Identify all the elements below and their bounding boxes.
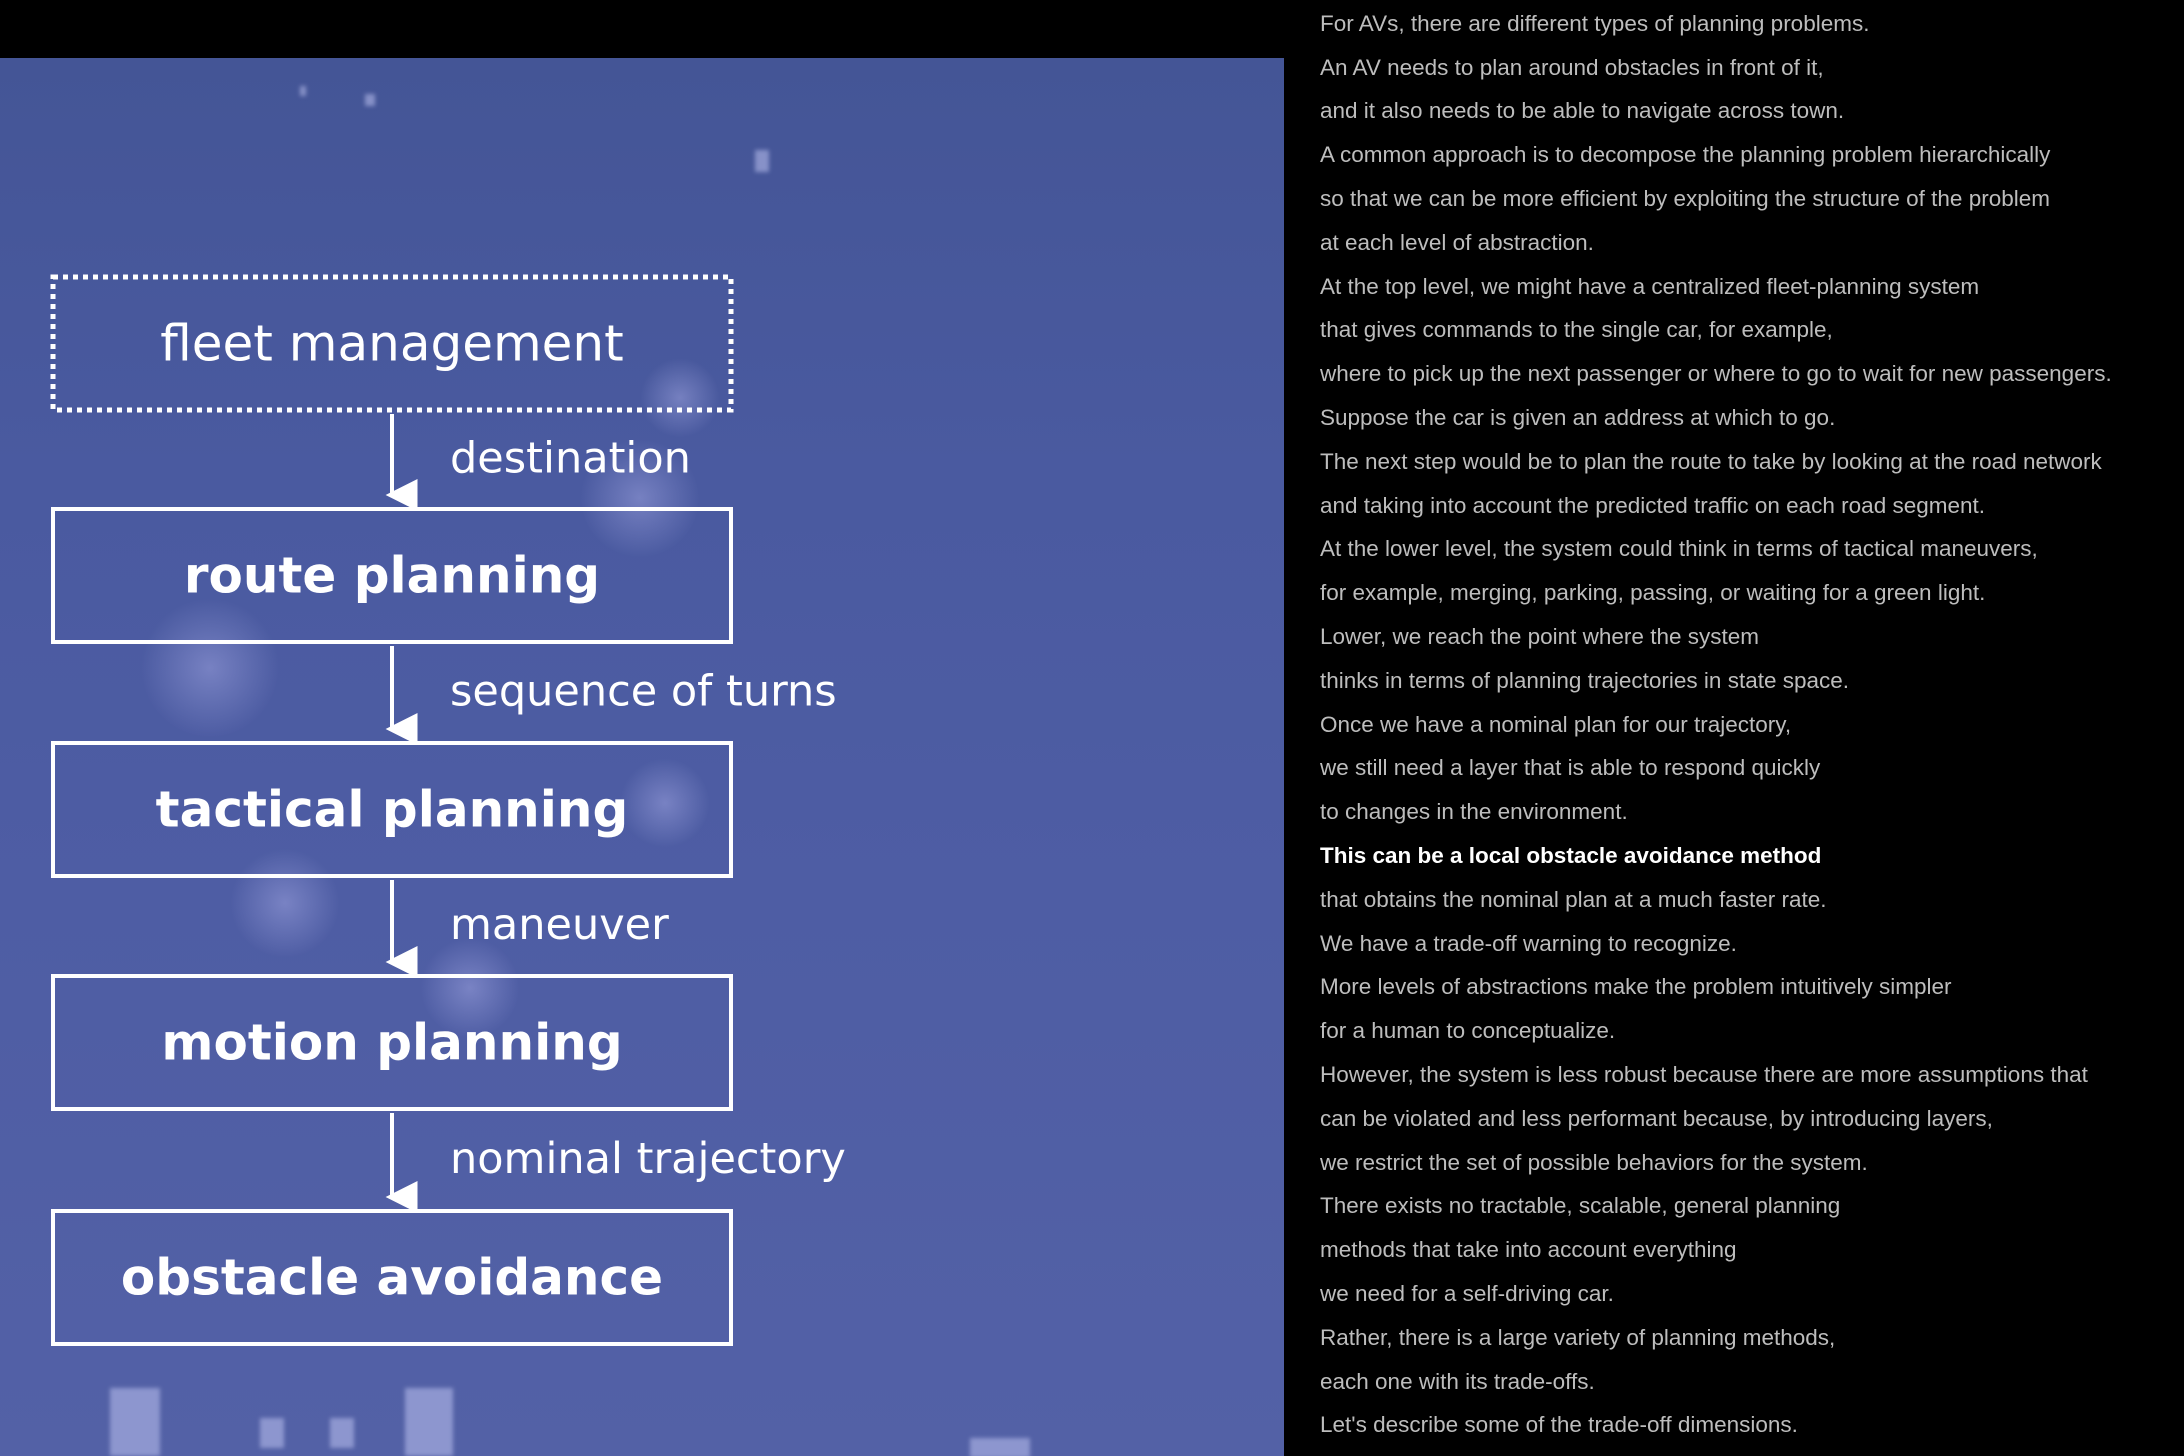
transcript-line[interactable]: so that we can be more efficient by expl… — [1320, 177, 2180, 221]
transcript-line[interactable]: Let's describe some of the trade-off dim… — [1320, 1403, 2180, 1447]
transcript-line[interactable]: More levels of abstractions make the pro… — [1320, 965, 2180, 1009]
diagram-edge-label: destination — [450, 434, 691, 484]
transcript-line[interactable]: A common approach is to decompose the pl… — [1320, 133, 2180, 177]
app-window: fleet management route planning tactical p… — [0, 0, 2184, 1456]
transcript-line[interactable]: and taking into account the predicted tr… — [1320, 484, 2180, 528]
diagram-edge-label: nominal trajectory — [450, 1134, 846, 1184]
diagram-edge-route-tactical: sequence of turns — [385, 646, 837, 745]
transcript-line[interactable]: At the top level, we might have a centra… — [1320, 265, 2180, 309]
video-player[interactable]: fleet management route planning tactical p… — [0, 58, 1284, 1456]
transcript-line[interactable]: Suppose the car is given an address at w… — [1320, 396, 2180, 440]
transcript-line[interactable]: that obtains the nominal plan at a much … — [1320, 878, 2180, 922]
transcript-line[interactable]: methods that take into account everythin… — [1320, 1228, 2180, 1272]
transcript-line[interactable]: An AV needs to plan around obstacles in … — [1320, 46, 2180, 90]
transcript-line[interactable]: We have a trade-off warning to recognize… — [1320, 922, 2180, 966]
transcript-line[interactable]: to changes in the environment. — [1320, 790, 2180, 834]
transcript-line[interactable]: that gives commands to the single car, f… — [1320, 308, 2180, 352]
transcript-line[interactable]: each one with its trade-offs. — [1320, 1360, 2180, 1404]
transcript-line[interactable]: For AVs, there are different types of pl… — [1320, 2, 2180, 46]
transcript-line[interactable]: we restrict the set of possible behavior… — [1320, 1141, 2180, 1185]
diagram-node-label: tactical planning — [156, 781, 629, 839]
transcript-line[interactable]: There exists no tractable, scalable, gen… — [1320, 1184, 2180, 1228]
transcript-line[interactable]: we still need a layer that is able to re… — [1320, 746, 2180, 790]
diagram-node-motion: motion planning — [51, 974, 733, 1111]
diagram-node-obstacle: obstacle avoidance — [51, 1209, 733, 1346]
diagram-node-label: motion planning — [161, 1014, 622, 1072]
transcript-line-active[interactable]: This can be a local obstacle avoidance m… — [1320, 834, 2180, 878]
transcript-line[interactable]: thinks in terms of planning trajectories… — [1320, 659, 2180, 703]
diagram-edge-label: maneuver — [450, 900, 669, 950]
transcript-line[interactable]: and it also needs to be able to navigate… — [1320, 89, 2180, 133]
transcript-line[interactable]: we need for a self-driving car. — [1320, 1272, 2180, 1316]
transcript-line[interactable]: However, the system is less robust becau… — [1320, 1053, 2180, 1097]
transcript-line[interactable]: where to pick up the next passenger or w… — [1320, 352, 2180, 396]
diagram-node-fleet: fleet management — [50, 274, 734, 413]
transcript-line[interactable]: At the lower level, the system could thi… — [1320, 527, 2180, 571]
transcript-line[interactable]: can be violated and less performant beca… — [1320, 1097, 2180, 1141]
transcript-line[interactable]: at each level of abstraction. — [1320, 221, 2180, 265]
planning-hierarchy-diagram: fleet management route planning tactical p… — [50, 274, 846, 1346]
diagram-node-route: route planning — [51, 507, 733, 644]
transcript-line[interactable]: Lower, we reach the point where the syst… — [1320, 615, 2180, 659]
transcript-line[interactable]: for a human to conceptualize. — [1320, 1009, 2180, 1053]
diagram-node-label: fleet management — [160, 315, 623, 373]
diagram-edge-motion-obstacle: nominal trajectory — [385, 1113, 846, 1213]
transcript-line[interactable]: for example, merging, parking, passing, … — [1320, 571, 2180, 615]
transcript-line[interactable]: The next step would be to plan the route… — [1320, 440, 2180, 484]
transcript-panel[interactable]: and for the geometry of the environment.… — [1284, 0, 2184, 1456]
transcript-line[interactable]: Once we have a nominal plan for our traj… — [1320, 703, 2180, 747]
transcript-line[interactable]: Rather, there is a large variety of plan… — [1320, 1316, 2180, 1360]
diagram-edge-tactical-motion: maneuver — [385, 880, 669, 978]
diagram-edge-fleet-route: destination — [385, 414, 691, 511]
diagram-edge-label: sequence of turns — [450, 667, 837, 717]
diagram-node-tactical: tactical planning — [51, 741, 733, 878]
diagram-node-label: obstacle avoidance — [121, 1249, 663, 1307]
diagram-node-label: route planning — [184, 547, 600, 605]
transcript-list: and for the geometry of the environment.… — [1320, 0, 2180, 1447]
